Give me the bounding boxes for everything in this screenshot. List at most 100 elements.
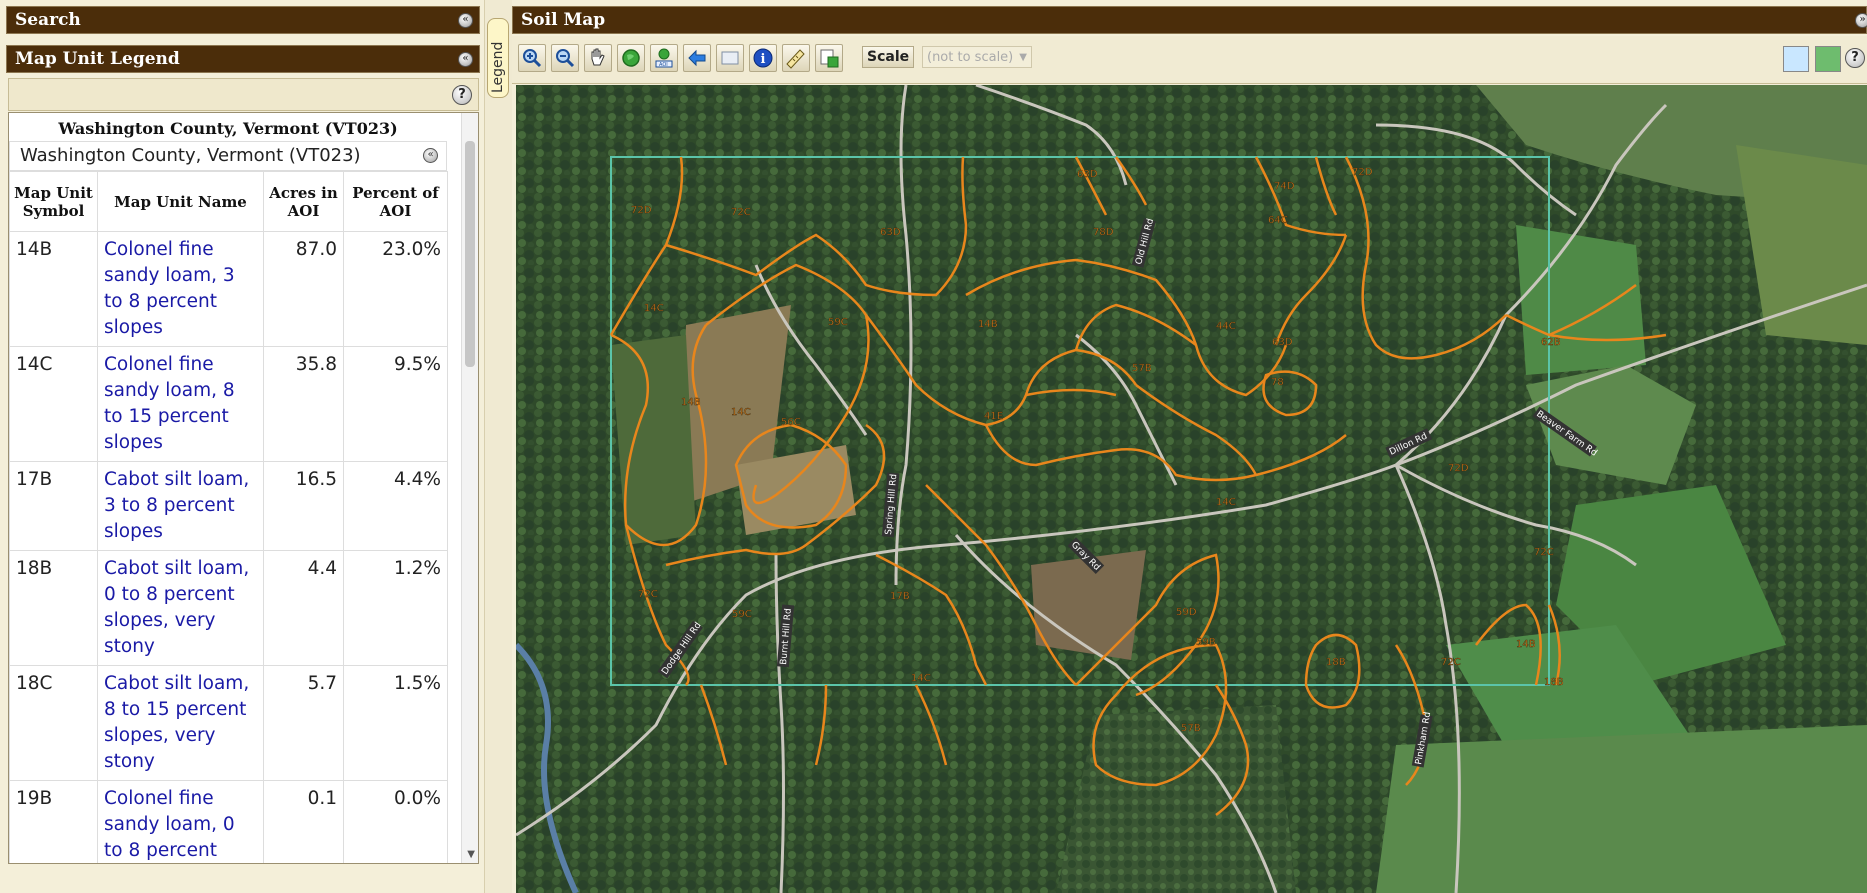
map-unit-label: 14B xyxy=(681,397,701,408)
map-unit-name-link[interactable]: Cabot silt loam, 0 to 8 percent slopes, … xyxy=(97,550,264,666)
clear-icon[interactable] xyxy=(815,44,843,72)
scroll-down-arrow-icon[interactable]: ▼ xyxy=(467,849,475,860)
map-unit-symbol: 19B xyxy=(9,780,98,863)
legend-footer xyxy=(0,868,484,893)
soil-map[interactable]: 72D 72C 63D 63D 78D 74D 64C 72D 14C 14B … xyxy=(516,85,1867,893)
map-panel-title: Soil Map xyxy=(521,10,606,30)
percent-of-aoi: 1.5% xyxy=(343,665,448,781)
map-unit-label: 72D xyxy=(1448,463,1469,474)
map-panel-header: Soil Map » xyxy=(512,6,1867,34)
map-unit-name-link[interactable]: Colonel fine sandy loam, 0 to 8 percent xyxy=(97,780,264,863)
panel-splitter[interactable] xyxy=(484,0,512,893)
table-row: 19B Colonel fine sandy loam, 0 to 8 perc… xyxy=(9,780,448,863)
svg-text:AOI: AOI xyxy=(659,62,668,68)
map-unit-label: 14C xyxy=(731,407,751,418)
map-unit-label: 59D xyxy=(1176,607,1197,618)
county-subheader: Washington County, Vermont (VT023) xyxy=(20,145,361,166)
column-header-acres: Acres in AOI xyxy=(263,171,344,232)
map-unit-label: 59C xyxy=(732,609,752,620)
map-unit-label: 14B xyxy=(978,319,998,330)
field-area xyxy=(1376,725,1867,893)
county-header: Washington County, Vermont (VT023) xyxy=(58,119,398,138)
acres-in-aoi: 35.8 xyxy=(263,346,344,462)
scale-label: Scale xyxy=(862,46,915,68)
layers-icon[interactable] xyxy=(1783,46,1809,72)
column-header-symbol: Map Unit Symbol xyxy=(9,171,98,232)
map-unit-label: 44C xyxy=(1216,321,1236,332)
zoom-to-aoi-icon[interactable]: AOI xyxy=(650,44,678,72)
scale-select-value: (not to scale) xyxy=(927,50,1014,65)
legend-panel-title: Map Unit Legend xyxy=(15,49,180,69)
map-collapse-icon[interactable]: » xyxy=(1855,13,1867,28)
county-collapse-icon[interactable]: « xyxy=(423,148,438,163)
map-unit-label: 72D xyxy=(1352,167,1373,178)
map-unit-label: 59C xyxy=(828,317,848,328)
soil-map-canvas[interactable]: 72D 72C 63D 63D 78D 74D 64C 72D 14C 14B … xyxy=(516,85,1867,893)
percent-of-aoi: 1.2% xyxy=(343,550,448,666)
scale-select[interactable]: (not to scale) ▼ xyxy=(922,46,1032,68)
acres-in-aoi: 0.1 xyxy=(263,780,344,863)
map-unit-label: 18B xyxy=(1326,657,1346,668)
legend-help-icon[interactable]: ? xyxy=(452,85,472,105)
map-unit-symbol: 18C xyxy=(9,665,98,781)
map-unit-label: 14C xyxy=(911,673,931,684)
legend-panel-header[interactable]: Map Unit Legend « xyxy=(6,45,480,73)
map-unit-symbol: 14C xyxy=(9,346,98,462)
table-row: 18B Cabot silt loam, 0 to 8 percent slop… xyxy=(9,550,448,666)
measure-icon[interactable] xyxy=(782,44,810,72)
zoom-out-icon[interactable] xyxy=(551,44,579,72)
zoom-in-icon[interactable] xyxy=(518,44,546,72)
table-row: 14B Colonel fine sandy loam, 3 to 8 perc… xyxy=(9,231,448,347)
map-unit-label: 57B xyxy=(1132,363,1152,374)
map-unit-name-link[interactable]: Colonel fine sandy loam, 8 to 15 percent… xyxy=(97,346,264,462)
map-unit-label: 17B xyxy=(890,591,910,602)
field-area xyxy=(611,335,696,545)
pan-hand-icon[interactable] xyxy=(584,44,612,72)
forest-area xyxy=(1056,705,1296,893)
column-header-percent: Percent of AOI xyxy=(343,171,448,232)
map-unit-label: 72C xyxy=(1441,657,1461,668)
legend-toolbar: ? xyxy=(8,78,479,111)
table-row: 18C Cabot silt loam, 8 to 15 percent slo… xyxy=(9,665,448,781)
full-extent-icon[interactable] xyxy=(617,44,645,72)
percent-of-aoi: 4.4% xyxy=(343,461,448,551)
legend-scrollbar-thumb[interactable] xyxy=(465,141,475,367)
search-panel-title: Search xyxy=(15,10,81,30)
chevron-down-icon: ▼ xyxy=(1019,52,1027,63)
map-unit-name-link[interactable]: Cabot silt loam, 8 to 15 percent slopes,… xyxy=(97,665,264,781)
map-unit-name-link[interactable]: Cabot silt loam, 3 to 8 percent slopes xyxy=(97,461,264,551)
identify-icon[interactable]: i xyxy=(749,44,777,72)
column-header-name: Map Unit Name xyxy=(97,171,264,232)
map-unit-label: 78D xyxy=(1093,227,1114,238)
map-help-icon[interactable]: ? xyxy=(1845,48,1865,68)
map-unit-label: 72C xyxy=(731,207,751,218)
map-unit-label: 72C xyxy=(638,589,658,600)
map-unit-label: 63D xyxy=(880,227,901,238)
acres-in-aoi: 16.5 xyxy=(263,461,344,551)
legend-table-container[interactable]: Washington County, Vermont (VT023) Washi… xyxy=(8,112,479,864)
legend-scrollbar[interactable]: ▼ xyxy=(461,113,478,863)
table-row: 14C Colonel fine sandy loam, 8 to 15 per… xyxy=(9,346,448,462)
map-unit-name-link[interactable]: Colonel fine sandy loam, 3 to 8 percent … xyxy=(97,231,264,347)
percent-of-aoi: 23.0% xyxy=(343,231,448,347)
map-unit-label: 62B xyxy=(1541,337,1561,348)
search-collapse-icon[interactable]: « xyxy=(458,13,473,28)
next-extent-icon[interactable] xyxy=(716,44,744,72)
legend-collapse-icon[interactable]: « xyxy=(458,52,473,67)
map-unit-label: 41E xyxy=(984,411,1003,422)
acres-in-aoi: 4.4 xyxy=(263,550,344,666)
legend-tab[interactable]: Legend xyxy=(487,18,509,98)
search-panel-header[interactable]: Search « xyxy=(6,6,480,34)
map-unit-label: 14B xyxy=(1516,639,1536,650)
percent-of-aoi: 0.0% xyxy=(343,780,448,863)
map-options-icon[interactable] xyxy=(1815,46,1841,72)
previous-extent-icon[interactable] xyxy=(683,44,711,72)
field-area xyxy=(1516,225,1646,375)
map-unit-label: 63D xyxy=(1272,337,1293,348)
percent-of-aoi: 9.5% xyxy=(343,346,448,462)
table-row: 17B Cabot silt loam, 3 to 8 percent slop… xyxy=(9,461,448,551)
map-unit-label: 63D xyxy=(1077,169,1098,180)
map-unit-label: 64C xyxy=(1268,215,1288,226)
map-unit-label: 59B xyxy=(1196,637,1216,648)
map-unit-label: 14C xyxy=(644,303,664,314)
